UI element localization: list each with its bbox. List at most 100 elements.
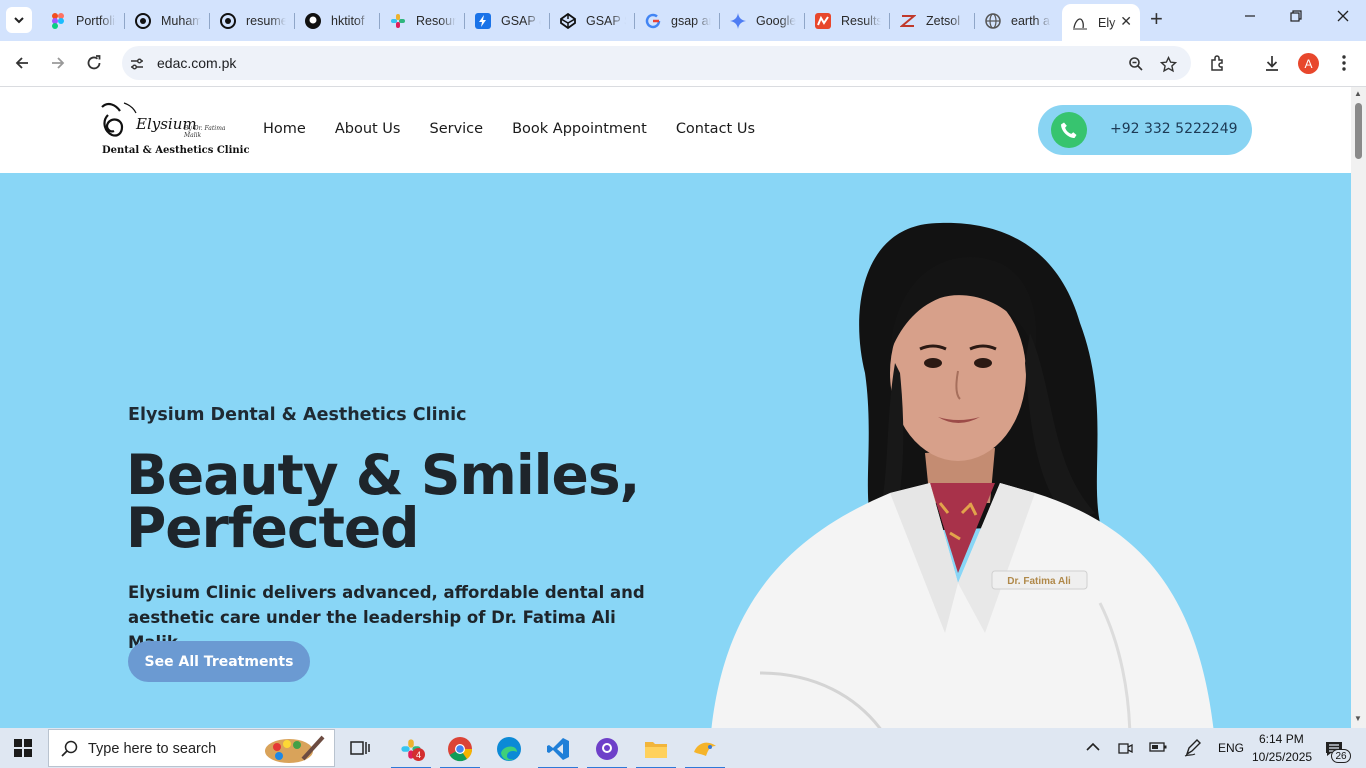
tab-label: Results — [841, 13, 881, 28]
taskbar-file-explorer-app[interactable] — [636, 734, 676, 768]
chevron-down-icon — [14, 17, 24, 24]
url-text[interactable]: edac.com.pk — [157, 55, 236, 71]
nav-home[interactable]: Home — [263, 121, 306, 137]
close-window-button[interactable] — [1337, 9, 1349, 27]
chrome-icon — [448, 737, 473, 762]
hero-title: Beauty & Smiles, Perfected — [126, 448, 726, 556]
windows-start-icon[interactable] — [14, 739, 32, 757]
tab-label: Google — [756, 13, 796, 28]
tab-gsap-s[interactable]: GSAP S — [550, 4, 635, 37]
phone-call-button[interactable]: +92 332 5222249 — [1038, 105, 1252, 155]
vscode-icon — [547, 738, 569, 760]
folder-icon — [645, 742, 667, 758]
edge-icon — [497, 737, 521, 761]
phone-icon — [1051, 112, 1087, 148]
phone-number: +92 332 5222249 — [1110, 121, 1238, 137]
tab-label: Zetsol — [926, 13, 961, 28]
more-menu-icon[interactable] — [1334, 53, 1354, 73]
nav-book-appointment[interactable]: Book Appointment — [512, 121, 647, 137]
scroll-down-icon[interactable]: ▼ — [1354, 714, 1362, 723]
tab-search-button[interactable] — [6, 7, 32, 33]
forward-button[interactable] — [48, 53, 68, 73]
battery-icon[interactable] — [1149, 741, 1167, 753]
site-info-icon[interactable] — [128, 55, 146, 73]
tab-label: Muhammad — [161, 13, 201, 28]
task-view-icon[interactable] — [345, 734, 375, 764]
address-bar[interactable]: edac.com.pk — [122, 46, 1191, 80]
tab-label: Resources — [416, 13, 456, 28]
minimize-button[interactable] — [1244, 9, 1256, 27]
tab-label: Ely — [1098, 15, 1116, 30]
taskbar-slack-app[interactable]: 4 — [391, 734, 431, 768]
zetsol-icon — [900, 13, 916, 29]
tab-github[interactable]: hktitof — [295, 4, 380, 37]
taskbar-extra-app[interactable] — [685, 734, 725, 768]
search-placeholder: Type here to search — [88, 741, 217, 757]
openai-icon — [135, 12, 151, 29]
gemini-icon — [730, 12, 746, 29]
reload-button[interactable] — [84, 53, 104, 73]
taskbar-search-box[interactable]: Type here to search — [48, 729, 335, 767]
hero-title-line2: Perfected — [126, 496, 420, 560]
tab-label: Portfolio — [76, 13, 116, 28]
notification-count: 26 — [1331, 749, 1351, 763]
nav-about-us[interactable]: About Us — [335, 121, 401, 137]
nav-contact-us[interactable]: Contact Us — [676, 121, 755, 137]
tab-muhammad[interactable]: Muhammad — [125, 4, 210, 37]
bookmark-star-icon[interactable] — [1159, 55, 1177, 73]
tab-gsap[interactable]: GSAP & — [465, 4, 550, 37]
tab-label: gsap ar — [671, 13, 711, 28]
clock-time[interactable]: 6:14 PM — [1259, 732, 1304, 746]
scrollbar-thumb[interactable] — [1355, 103, 1362, 159]
tray-chevron-up-icon[interactable] — [1086, 742, 1100, 752]
tab-elysium-active[interactable]: Ely ✕ — [1062, 4, 1140, 41]
tab-google-search[interactable]: gsap ar — [635, 4, 720, 37]
language-indicator[interactable]: ENG — [1218, 741, 1244, 755]
taskbar-edge-app[interactable] — [494, 734, 524, 764]
restore-icon — [1290, 10, 1302, 22]
clinic-logo[interactable]: Elysium By Dr. Fatima Malik Dental & Aes… — [98, 101, 250, 159]
scroll-up-icon[interactable]: ▲ — [1354, 89, 1362, 98]
tab-label: GSAP & — [501, 13, 541, 28]
see-all-treatments-button[interactable]: See All Treatments — [128, 641, 310, 682]
new-tab-button[interactable]: + — [1150, 8, 1163, 30]
page-scrollbar[interactable]: ▲ ▼ — [1351, 87, 1366, 728]
slack-icon — [390, 13, 406, 29]
tab-portfolio[interactable]: Portfolio — [40, 4, 125, 37]
elysium-icon — [1072, 15, 1088, 31]
tab-label: GSAP S — [586, 13, 626, 28]
tab-results[interactable]: Results — [805, 4, 890, 37]
pen-icon[interactable] — [1184, 739, 1202, 757]
web-page: Elysium By Dr. Fatima Malik Dental & Aes… — [0, 87, 1351, 728]
tab-zetsol[interactable]: Zetsol — [890, 4, 975, 37]
tab-resume[interactable]: resume — [210, 4, 295, 37]
coat-badge-text: Dr. Fatima Ali — [1007, 576, 1071, 587]
taskbar-vscode-app[interactable] — [538, 734, 578, 768]
tab-label: earth a — [1011, 13, 1050, 28]
close-tab-icon[interactable]: ✕ — [1120, 13, 1132, 30]
meet-now-icon[interactable] — [1117, 740, 1133, 756]
github-desktop-icon — [596, 738, 618, 760]
results-icon — [815, 12, 831, 29]
back-button[interactable] — [12, 53, 32, 73]
zoom-icon[interactable] — [1127, 55, 1145, 73]
openai-icon — [220, 12, 236, 29]
tab-earth[interactable]: earth a — [975, 4, 1060, 37]
bolt-icon — [475, 12, 491, 29]
profile-avatar[interactable]: A — [1298, 53, 1319, 74]
nav-service[interactable]: Service — [429, 121, 483, 137]
slack-badge: 4 — [412, 748, 425, 761]
hero-eyebrow: Elysium Dental & Aesthetics Clinic — [128, 405, 467, 425]
download-icon[interactable] — [1262, 53, 1282, 73]
tab-label: resume — [246, 13, 286, 28]
clock-date[interactable]: 10/25/2025 — [1252, 750, 1312, 764]
tab-resources[interactable]: Resources — [380, 4, 465, 37]
figma-icon — [50, 12, 66, 29]
extensions-icon[interactable] — [1208, 53, 1228, 73]
taskbar-github-desktop-app[interactable] — [587, 734, 627, 768]
taskbar-chrome-app[interactable] — [440, 734, 480, 768]
logo-text-clinic: Dental & Aesthetics Clinic — [102, 145, 250, 156]
tab-strip: Portfolio Muhammad resume hktitof Resour… — [0, 0, 1366, 41]
tab-gemini[interactable]: Google — [720, 4, 805, 37]
restore-button[interactable] — [1290, 9, 1302, 27]
